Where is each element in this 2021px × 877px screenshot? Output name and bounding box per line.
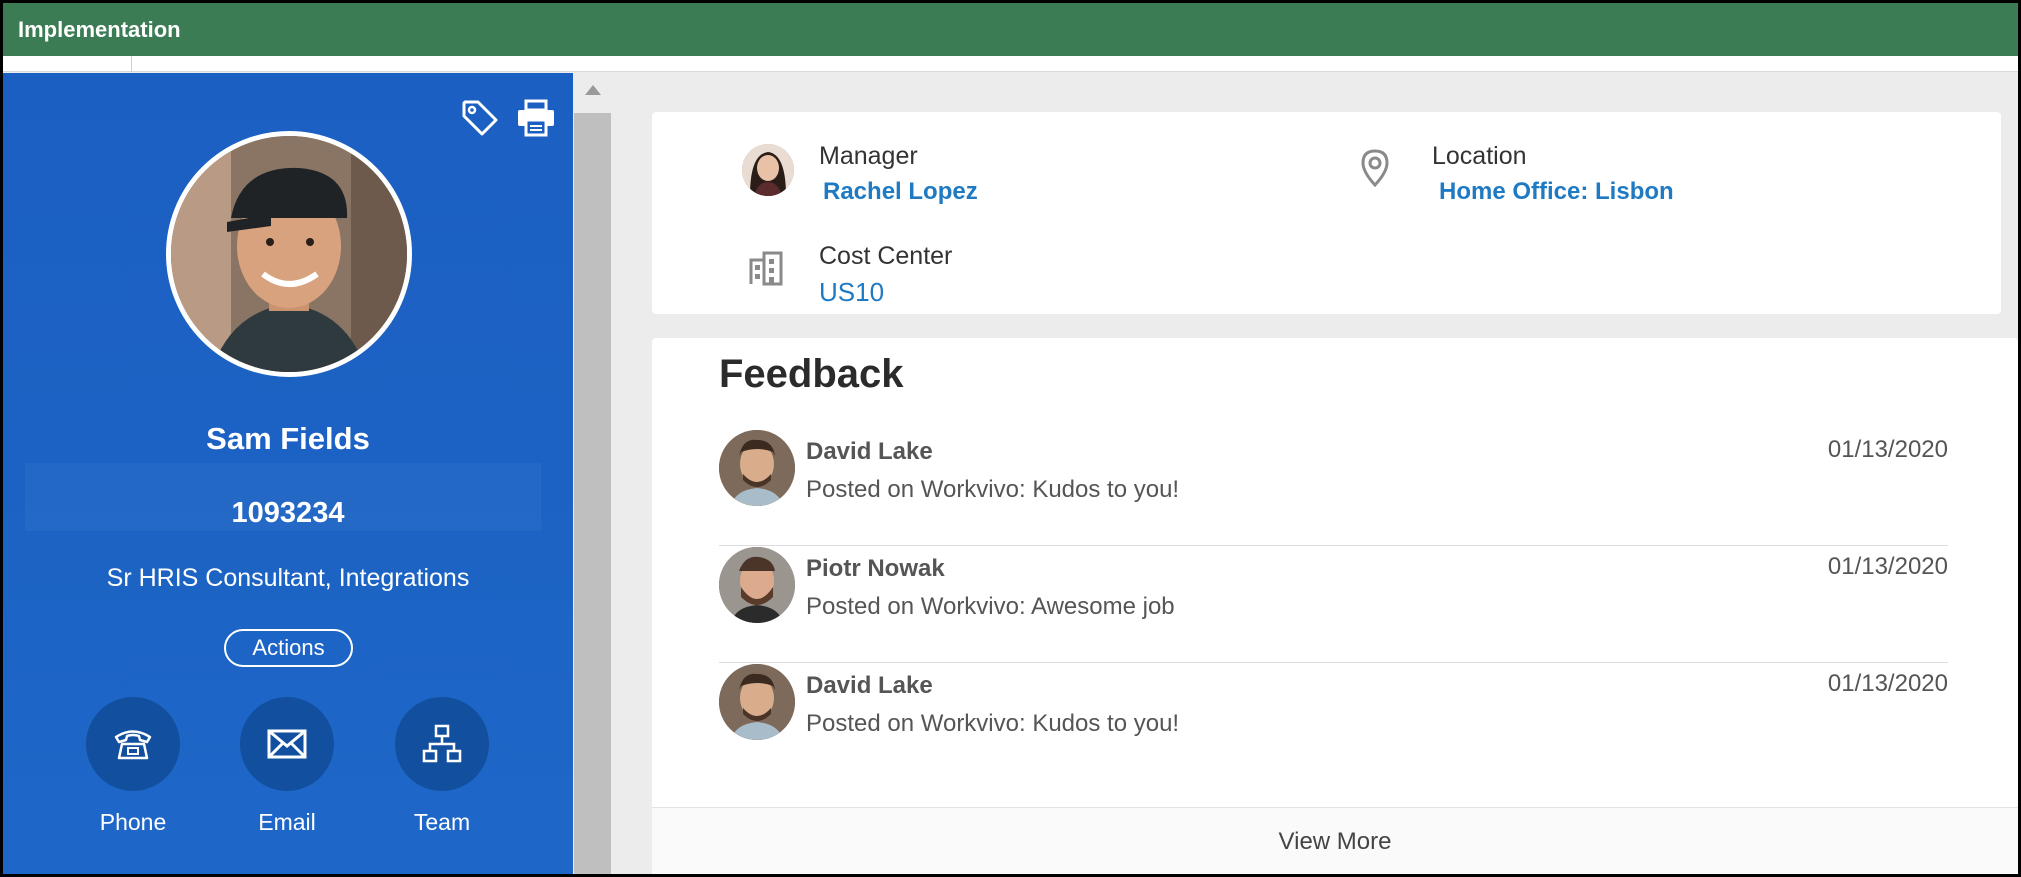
phone-button[interactable] xyxy=(86,697,180,791)
cost-center-link[interactable]: US10 xyxy=(819,277,884,308)
divider xyxy=(131,56,132,72)
app-window: Implementation Sam Fields 1093234 Sr HRI… xyxy=(3,3,2018,874)
profile-name: Sam Fields xyxy=(206,421,370,456)
profile-avatar[interactable] xyxy=(166,131,412,377)
manager-label: Manager xyxy=(819,142,918,170)
feedback-title: Feedback xyxy=(719,352,904,396)
feedback-item[interactable]: David Lake Posted on Workvivo: Kudos to … xyxy=(719,430,1948,546)
phone-icon xyxy=(114,730,152,760)
feedback-avatar xyxy=(719,664,795,740)
view-more-button[interactable]: View More xyxy=(652,807,2018,874)
feedback-date: 01/13/2020 xyxy=(1827,553,1948,580)
location-pin-icon xyxy=(1361,149,1389,188)
print-icon[interactable] xyxy=(516,99,556,137)
feedback-item[interactable]: Piotr Nowak Posted on Workvivo: Awesome … xyxy=(719,547,1948,663)
feedback-date: 01/13/2020 xyxy=(1827,670,1948,697)
cost-center-label: Cost Center xyxy=(819,242,953,270)
feedback-avatar xyxy=(719,547,795,623)
profile-panel: Sam Fields 1093234 Sr HRIS Consultant, I… xyxy=(3,73,573,874)
org-chart-icon xyxy=(422,724,462,763)
team-button[interactable] xyxy=(395,697,489,791)
manager-link[interactable]: Rachel Lopez xyxy=(823,178,978,206)
email-label: Email xyxy=(258,809,316,835)
tag-icon[interactable] xyxy=(461,99,499,137)
feedback-author[interactable]: David Lake xyxy=(806,672,933,700)
manager-avatar[interactable] xyxy=(742,144,794,196)
phone-label: Phone xyxy=(99,809,167,835)
scrollbar-thumb[interactable] xyxy=(574,113,611,874)
email-button[interactable] xyxy=(240,697,334,791)
feedback-author[interactable]: David Lake xyxy=(806,438,933,466)
feedback-card: Feedback David Lake Posted on Workvivo: … xyxy=(652,338,2018,874)
location-label: Location xyxy=(1432,142,1527,170)
actions-button[interactable]: Actions xyxy=(224,629,353,667)
location-link[interactable]: Home Office: Lisbon xyxy=(1439,178,1674,206)
top-bar: Implementation xyxy=(3,3,2018,56)
feedback-author[interactable]: Piotr Nowak xyxy=(806,555,945,583)
feedback-message: Posted on Workvivo: Awesome job xyxy=(806,593,1175,620)
email-icon xyxy=(267,729,307,759)
job-title: Sr HRIS Consultant, Integrations xyxy=(106,564,470,592)
team-label: Team xyxy=(413,809,471,835)
feedback-item[interactable]: David Lake Posted on Workvivo: Kudos to … xyxy=(719,664,1948,780)
feedback-message: Posted on Workvivo: Kudos to you! xyxy=(806,476,1180,503)
scroll-track[interactable] xyxy=(574,73,611,874)
feedback-date: 01/13/2020 xyxy=(1827,436,1948,463)
sub-bar xyxy=(3,56,2018,72)
worker-info-card: Manager Rachel Lopez Location Home Offic… xyxy=(652,112,2001,314)
building-icon xyxy=(749,251,783,286)
employee-id: 1093234 xyxy=(231,497,345,529)
feedback-avatar xyxy=(719,430,795,506)
app-title: Implementation xyxy=(18,17,181,42)
feedback-message: Posted on Workvivo: Kudos to you! xyxy=(806,710,1180,737)
scroll-up-icon[interactable] xyxy=(585,85,601,95)
